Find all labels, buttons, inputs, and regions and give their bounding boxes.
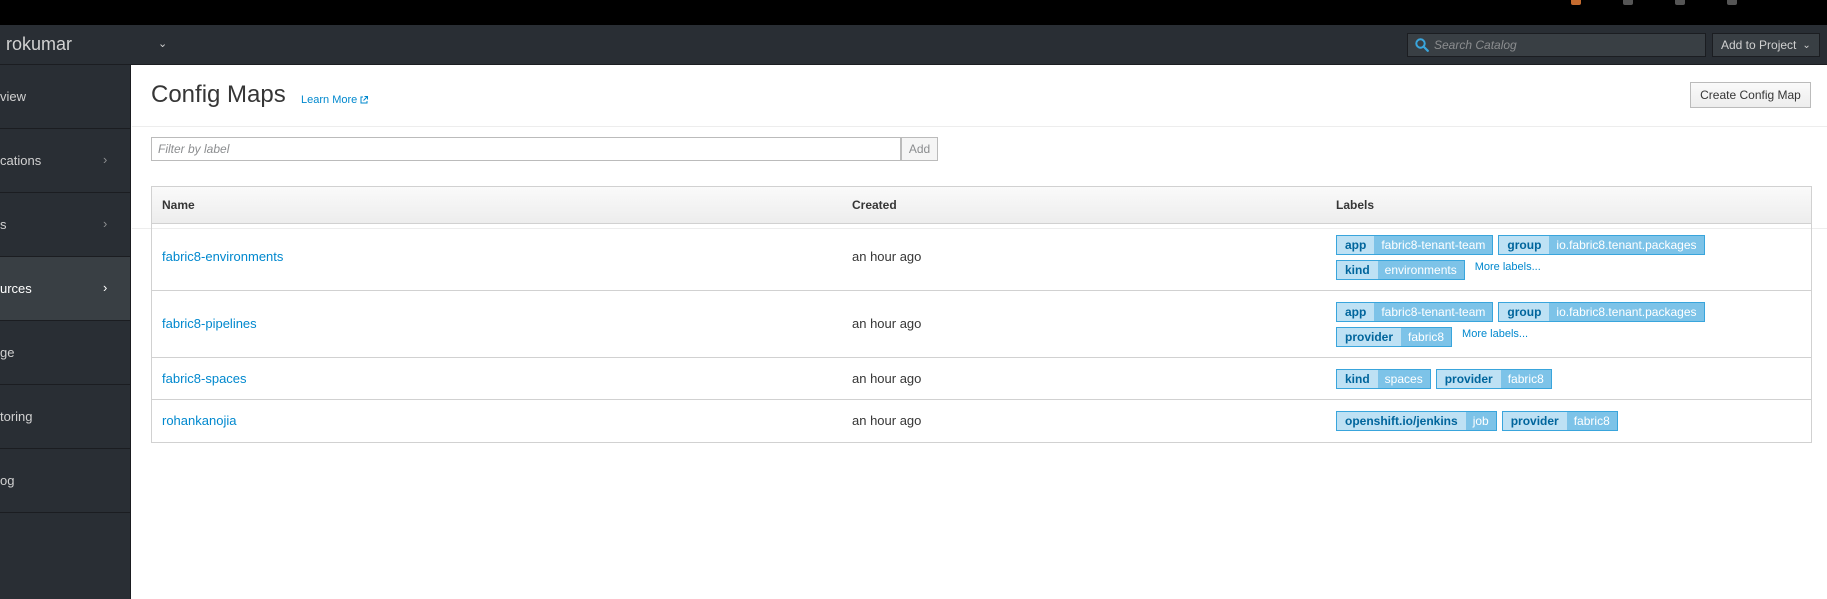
labels-cell: app fabric8-tenant-team group io.fabric8.t… <box>1336 302 1806 347</box>
sidebar-item-label: s <box>0 217 7 232</box>
label-value: environments <box>1377 261 1464 279</box>
config-map-name-link[interactable]: fabric8-environments <box>162 249 283 264</box>
sidebar-item-label: ge <box>0 345 15 360</box>
label-badge[interactable]: kind environments <box>1336 260 1465 280</box>
label-key: kind <box>1337 370 1378 388</box>
labels-cell: kind spaces provider fabric8 <box>1336 369 1806 389</box>
label-badge[interactable]: kind spaces <box>1336 369 1431 389</box>
label-key: openshift.io/jenkins <box>1337 412 1466 430</box>
chevron-right-icon: › <box>103 216 108 231</box>
search-catalog-box[interactable] <box>1407 33 1706 57</box>
search-catalog-input[interactable] <box>1434 37 1699 53</box>
table-row: rohankanojia an hour ago openshift.io/je… <box>152 400 1811 442</box>
created-time: an hour ago <box>852 371 922 386</box>
label-value: io.fabric8.tenant.packages <box>1549 303 1704 321</box>
create-config-map-button[interactable]: Create Config Map <box>1690 82 1811 108</box>
add-to-project-label: Add to Project <box>1721 38 1797 52</box>
learn-more-link[interactable]: Learn More <box>301 94 369 106</box>
sidebar-item-label: cations <box>0 153 42 168</box>
label-badge[interactable]: group io.fabric8.tenant.packages <box>1498 302 1705 322</box>
sidebar-item-builds[interactable]: s › <box>0 193 130 257</box>
label-badge[interactable]: provider fabric8 <box>1501 411 1618 431</box>
project-navbar: rokumar ⌄ Add to Project ⌄ <box>0 25 1827 65</box>
sidebar-item-applications[interactable]: cations › <box>0 129 130 193</box>
project-dropdown-chevron-icon[interactable]: ⌄ <box>158 37 167 50</box>
chevron-right-icon: › <box>103 152 108 167</box>
created-time: an hour ago <box>852 316 922 331</box>
table-row: fabric8-spaces an hour ago kind spaces pr… <box>152 358 1811 400</box>
page-header: Config Maps Learn More Create Config Map <box>132 65 1827 127</box>
user-icon[interactable] <box>1727 0 1737 5</box>
more-labels-link[interactable]: More labels... <box>1462 328 1528 340</box>
table-header: Name Created Labels <box>152 187 1811 224</box>
sidebar-item-resources[interactable]: urces › <box>0 257 130 321</box>
label-key: app <box>1337 236 1375 254</box>
label-badge[interactable]: provider fabric8 <box>1336 327 1453 347</box>
label-badge[interactable]: app fabric8-tenant-team <box>1336 235 1494 255</box>
masthead-top-strip <box>0 0 1827 25</box>
label-key: app <box>1337 303 1375 321</box>
left-sidebar: view cations › s › urces › ge toring og <box>0 65 131 599</box>
label-badge[interactable]: openshift.io/jenkins job <box>1336 411 1497 431</box>
info-icon[interactable] <box>1675 0 1685 5</box>
project-name[interactable]: rokumar <box>6 34 72 55</box>
label-badge[interactable]: provider fabric8 <box>1435 369 1552 389</box>
label-key: group <box>1499 236 1550 254</box>
page-title: Config Maps <box>151 81 286 108</box>
labels-cell: app fabric8-tenant-team group io.fabric8.t… <box>1336 235 1806 280</box>
help-icon[interactable] <box>1623 0 1633 5</box>
label-key: provider <box>1436 370 1501 388</box>
sidebar-item-storage[interactable]: ge <box>0 321 130 385</box>
label-value: fabric8 <box>1566 412 1617 430</box>
label-key: kind <box>1337 261 1378 279</box>
label-key: group <box>1499 303 1550 321</box>
table-row: fabric8-pipelines an hour ago app fabric8… <box>152 291 1811 358</box>
label-value: io.fabric8.tenant.packages <box>1549 236 1704 254</box>
label-badge[interactable]: app fabric8-tenant-team <box>1336 302 1494 322</box>
column-header-labels: Labels <box>1336 198 1375 212</box>
column-header-name: Name <box>162 198 195 212</box>
config-maps-table: Name Created Labels fabric8-environments… <box>151 186 1812 443</box>
labels-cell: openshift.io/jenkins job provider fabric8 <box>1336 411 1806 431</box>
label-value: fabric8 <box>1401 328 1452 346</box>
config-map-name-link[interactable]: rohankanojia <box>162 413 236 428</box>
sidebar-item-monitoring[interactable]: toring <box>0 385 130 449</box>
sidebar-item-label: toring <box>0 409 33 424</box>
table-row: fabric8-environments an hour ago app fabr… <box>152 224 1811 291</box>
label-key: provider <box>1337 328 1402 346</box>
chevron-down-icon: ⌄ <box>1802 39 1811 51</box>
sidebar-item-catalog[interactable]: og <box>0 449 130 513</box>
label-value: fabric8-tenant-team <box>1374 303 1493 321</box>
label-key: provider <box>1502 412 1567 430</box>
chevron-right-icon: › <box>103 280 108 295</box>
sidebar-item-overview[interactable]: view <box>0 65 130 129</box>
label-value: fabric8 <box>1500 370 1551 388</box>
notification-icon[interactable] <box>1571 0 1581 5</box>
search-icon <box>1415 38 1429 52</box>
config-map-name-link[interactable]: fabric8-spaces <box>162 371 247 386</box>
column-header-created: Created <box>852 198 897 212</box>
sidebar-item-label: og <box>0 473 15 488</box>
created-time: an hour ago <box>852 249 922 264</box>
sidebar-item-label: view <box>0 89 27 104</box>
learn-more-label: Learn More <box>301 94 358 106</box>
created-time: an hour ago <box>852 413 922 428</box>
label-badge[interactable]: group io.fabric8.tenant.packages <box>1498 235 1705 255</box>
config-map-name-link[interactable]: fabric8-pipelines <box>162 316 257 331</box>
label-value: spaces <box>1377 370 1430 388</box>
add-to-project-button[interactable]: Add to Project ⌄ <box>1712 33 1820 57</box>
label-value: job <box>1465 412 1496 430</box>
label-value: fabric8-tenant-team <box>1374 236 1493 254</box>
more-labels-link[interactable]: More labels... <box>1475 261 1541 273</box>
external-link-icon <box>360 96 369 104</box>
masthead-icons <box>1571 0 1737 6</box>
main-content: Config Maps Learn More Create Config Map… <box>132 65 1827 599</box>
filter-add-button[interactable]: Add <box>901 137 938 161</box>
sidebar-item-label: urces <box>0 281 32 296</box>
filter-by-label-input[interactable] <box>151 137 901 161</box>
